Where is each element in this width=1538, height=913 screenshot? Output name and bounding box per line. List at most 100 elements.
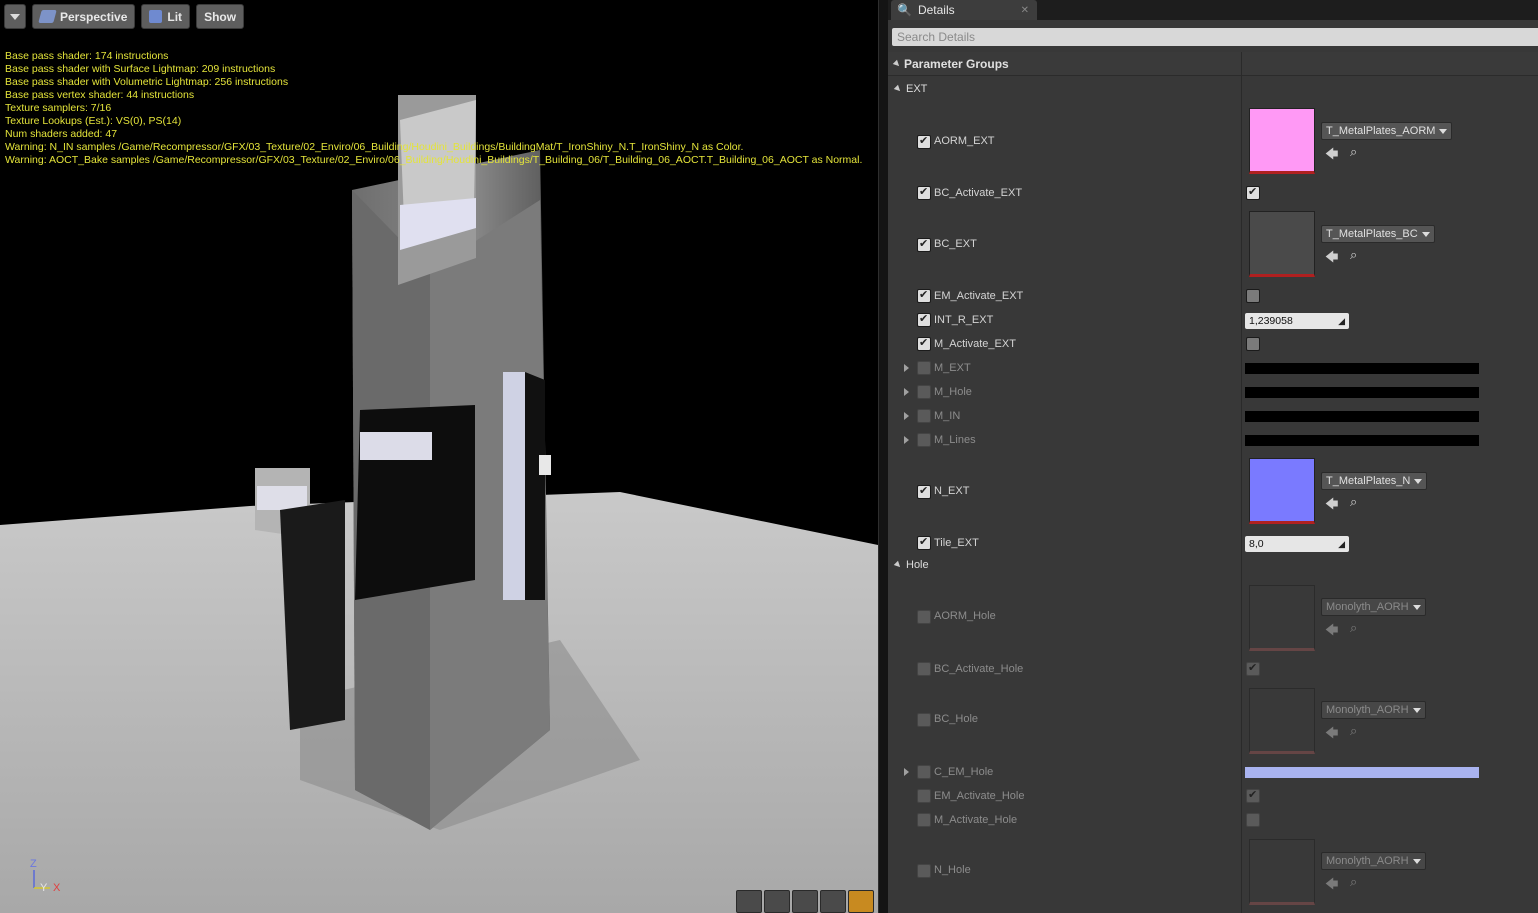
- color-swatch[interactable]: [1245, 363, 1479, 374]
- color-swatch[interactable]: [1245, 387, 1479, 398]
- color-swatch[interactable]: [1245, 411, 1479, 422]
- chevron-down-icon: [1412, 707, 1421, 713]
- group-ext-header[interactable]: EXT: [888, 82, 1538, 98]
- details-tab-bar: 🔍 Details ✕: [888, 0, 1538, 20]
- asset-dropdown[interactable]: Monolyth_AORH: [1321, 598, 1426, 616]
- param-em-activate-ext: EM_Activate_EXT: [888, 288, 1538, 305]
- override-checkbox[interactable]: [917, 789, 931, 803]
- lit-cube-icon: [149, 10, 163, 23]
- texture-thumbnail[interactable]: [1249, 688, 1315, 754]
- override-checkbox[interactable]: [917, 409, 931, 423]
- use-selected-arrow-icon[interactable]: 🡄: [1325, 495, 1338, 517]
- override-checkbox[interactable]: [917, 765, 931, 779]
- override-checkbox[interactable]: [917, 610, 931, 624]
- use-selected-arrow-icon[interactable]: 🡄: [1325, 621, 1338, 643]
- override-checkbox[interactable]: [917, 336, 931, 351]
- panel-splitter[interactable]: [878, 0, 888, 913]
- asset-dropdown[interactable]: T_MetalPlates_BC: [1321, 225, 1435, 243]
- expand-arrow-icon[interactable]: [904, 768, 909, 776]
- override-checkbox[interactable]: [917, 484, 931, 499]
- param-n-ext: N_EXT T_MetalPlates_N 🡄 ⌕: [888, 458, 1538, 528]
- override-checkbox[interactable]: [917, 361, 931, 375]
- teapot-preview-icon[interactable]: [848, 890, 874, 913]
- texture-thumbnail[interactable]: [1249, 458, 1315, 524]
- browse-magnifier-icon[interactable]: ⌕: [1350, 620, 1357, 636]
- browse-magnifier-icon[interactable]: ⌕: [1350, 874, 1357, 890]
- texture-thumbnail[interactable]: [1249, 585, 1315, 651]
- perspective-button[interactable]: Perspective: [32, 4, 136, 29]
- value-checkbox[interactable]: [1246, 813, 1260, 827]
- show-label: Show: [204, 9, 237, 24]
- cube-preview-icon[interactable]: [820, 890, 846, 913]
- expand-arrow-icon[interactable]: [904, 364, 909, 372]
- level-viewport[interactable]: Perspective Lit Show Base pass shader: 1…: [0, 0, 878, 913]
- override-checkbox[interactable]: [917, 713, 931, 727]
- scalar-value-input[interactable]: 1,239058: [1245, 313, 1349, 329]
- value-checkbox[interactable]: [1246, 788, 1260, 803]
- color-swatch[interactable]: [1245, 767, 1479, 778]
- tab-details[interactable]: 🔍 Details ✕: [891, 0, 1037, 20]
- expand-arrow-icon[interactable]: [904, 436, 909, 444]
- browse-magnifier-icon[interactable]: ⌕: [1350, 494, 1357, 510]
- param-aorm-ext: AORM_EXT T_MetalPlates_AORM 🡄 ⌕: [888, 108, 1538, 178]
- asset-name: T_MetalPlates_AORM: [1326, 125, 1436, 137]
- use-selected-arrow-icon[interactable]: 🡄: [1325, 145, 1338, 167]
- plane-preview-icon[interactable]: [792, 890, 818, 913]
- color-swatch[interactable]: [1245, 435, 1479, 446]
- browse-magnifier-icon[interactable]: ⌕: [1350, 723, 1357, 739]
- override-checkbox[interactable]: [917, 535, 931, 550]
- collapse-triangle-icon: [893, 560, 903, 570]
- override-checkbox[interactable]: [917, 662, 931, 676]
- override-checkbox[interactable]: [917, 185, 931, 200]
- collapse-triangle-icon: [892, 59, 902, 69]
- override-checkbox[interactable]: [917, 134, 931, 149]
- sphere-preview-icon[interactable]: [764, 890, 790, 913]
- browse-magnifier-icon[interactable]: ⌕: [1350, 144, 1357, 160]
- cylinder-preview-icon[interactable]: [736, 890, 762, 913]
- lit-button[interactable]: Lit: [141, 4, 191, 29]
- asset-dropdown[interactable]: T_MetalPlates_AORM: [1321, 122, 1453, 140]
- value-checkbox[interactable]: [1246, 337, 1260, 351]
- details-panel: 🔍 Details ✕ Search Details Parameter Gro…: [888, 0, 1538, 913]
- parameter-groups-header[interactable]: Parameter Groups: [888, 52, 1538, 76]
- use-selected-arrow-icon[interactable]: 🡄: [1325, 875, 1338, 897]
- expand-arrow-icon[interactable]: [904, 412, 909, 420]
- search-details-input[interactable]: Search Details: [892, 28, 1538, 46]
- texture-thumbnail[interactable]: [1249, 839, 1315, 905]
- scalar-value-input[interactable]: 8,0: [1245, 536, 1349, 552]
- value-checkbox[interactable]: [1246, 185, 1260, 200]
- override-checkbox[interactable]: [917, 288, 931, 303]
- value-checkbox[interactable]: [1246, 661, 1260, 676]
- perspective-label: Perspective: [60, 9, 128, 24]
- param-label: INT_R_EXT: [934, 314, 994, 326]
- asset-dropdown[interactable]: Monolyth_AORH: [1321, 701, 1426, 719]
- asset-name: Monolyth_AORH: [1326, 601, 1409, 613]
- texture-thumbnail[interactable]: [1249, 108, 1315, 174]
- stat-line: Base pass vertex shader: 44 instructions: [5, 89, 195, 101]
- override-checkbox[interactable]: [917, 864, 931, 878]
- details-magnifier-icon: 🔍: [897, 3, 912, 17]
- texture-thumbnail[interactable]: [1249, 211, 1315, 277]
- expand-arrow-icon[interactable]: [904, 388, 909, 396]
- param-tile-ext: Tile_EXT 8,0: [888, 535, 1538, 552]
- asset-dropdown[interactable]: Monolyth_AORH: [1321, 852, 1426, 870]
- override-checkbox[interactable]: [917, 312, 931, 327]
- override-checkbox[interactable]: [917, 813, 931, 827]
- override-checkbox[interactable]: [917, 385, 931, 399]
- use-selected-arrow-icon[interactable]: 🡄: [1325, 724, 1338, 746]
- use-selected-arrow-icon[interactable]: 🡄: [1325, 248, 1338, 270]
- close-icon[interactable]: ✕: [1021, 5, 1029, 16]
- param-label: M_Activate_Hole: [934, 814, 1018, 826]
- viewport-options-button[interactable]: [4, 4, 26, 29]
- stat-line: Base pass shader: 174 instructions: [5, 50, 169, 62]
- override-checkbox[interactable]: [917, 237, 931, 252]
- param-aorm-hole: AORM_Hole Monolyth_AORH 🡄 ⌕: [888, 585, 1538, 655]
- asset-dropdown[interactable]: T_MetalPlates_N: [1321, 472, 1428, 490]
- axis-x-label: X: [53, 882, 61, 894]
- param-n-hole: N_Hole Monolyth_AORH 🡄 ⌕: [888, 839, 1538, 909]
- browse-magnifier-icon[interactable]: ⌕: [1350, 247, 1357, 263]
- group-hole-header[interactable]: Hole: [888, 558, 1538, 574]
- override-checkbox[interactable]: [917, 433, 931, 447]
- value-checkbox[interactable]: [1246, 289, 1260, 303]
- show-button[interactable]: Show: [196, 4, 245, 29]
